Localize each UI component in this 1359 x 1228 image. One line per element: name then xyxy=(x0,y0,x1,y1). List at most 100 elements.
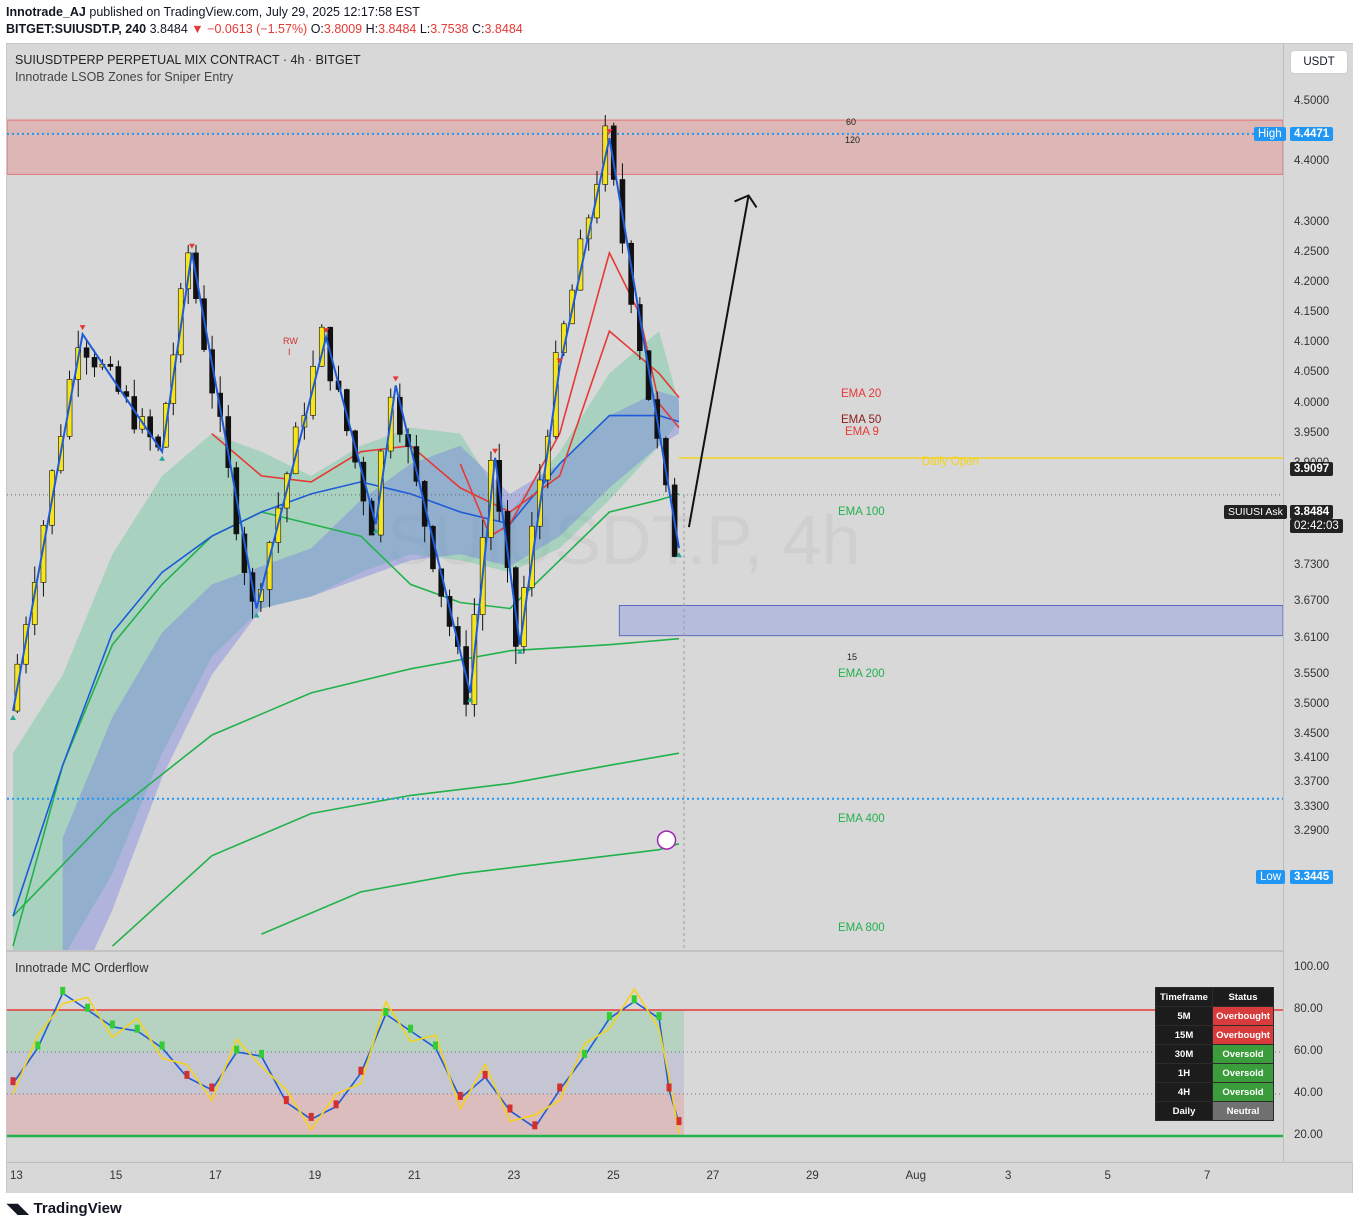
price-chart-svg[interactable]: SUIUSDT.P, 4h xyxy=(7,44,1283,950)
table-status: Oversold xyxy=(1212,1044,1274,1064)
osc-bar xyxy=(159,1041,165,1050)
osc-bar xyxy=(532,1121,538,1130)
osc-tick: 80.00 xyxy=(1294,1003,1323,1015)
ema20-label: EMA 20 xyxy=(841,388,882,400)
demand-zone[interactable] xyxy=(618,605,1283,637)
time-tick: 17 xyxy=(209,1170,222,1182)
last-price: 3.8484 xyxy=(149,22,188,36)
table-status: Overbought xyxy=(1212,1006,1274,1026)
open-value: 3.8009 xyxy=(323,22,363,36)
price-tick: 4.4000 xyxy=(1294,155,1330,168)
osc-tick: 40.00 xyxy=(1294,1087,1323,1099)
price-tick: 3.4100 xyxy=(1294,752,1330,765)
osc-bar xyxy=(134,1024,140,1033)
osc-bar xyxy=(606,1012,612,1021)
swing-high-marker xyxy=(188,243,195,249)
osc-bar xyxy=(184,1070,190,1079)
osc-bar xyxy=(283,1096,289,1105)
chart-title: SUIUSDTPERP PERPETUAL MIX CONTRACT · 4h … xyxy=(15,53,361,67)
price-tick: 3.9500 xyxy=(1294,426,1330,439)
last-price-tag: 3.8484 xyxy=(1290,505,1334,519)
osc-bar xyxy=(10,1077,16,1086)
oscillator-title[interactable]: Innotrade MC Orderflow xyxy=(15,961,148,975)
symbol-line: BITGET:SUIUSDT.P, 240 xyxy=(6,22,147,36)
close-label: C: xyxy=(472,22,485,36)
oscillator-panel[interactable] xyxy=(7,952,1283,1162)
tradingview-mark-icon: ◥◣ xyxy=(7,1200,29,1216)
zone-number-60: 60 xyxy=(846,117,857,127)
table-status: Overbought xyxy=(1212,1025,1274,1045)
time-tick: 23 xyxy=(507,1170,521,1182)
candle-body[interactable] xyxy=(83,347,90,358)
price-tick: 3.3300 xyxy=(1294,800,1330,813)
price-tick: 4.1500 xyxy=(1294,306,1330,319)
ask-tag-label: SUIUSI Ask xyxy=(1224,505,1287,519)
price-tick: 3.5000 xyxy=(1294,698,1330,710)
indicator-name[interactable]: Innotrade LSOB Zones for Sniper Entry xyxy=(15,70,233,84)
change-value: ▼ −0.0613 (−1.57%) xyxy=(191,22,308,36)
osc-tick: 20.00 xyxy=(1294,1129,1323,1141)
table-tf: 4H xyxy=(1155,1082,1213,1102)
candle-body[interactable] xyxy=(107,363,114,367)
osc-bar xyxy=(308,1112,314,1121)
osc-bar xyxy=(656,1012,662,1021)
low-label: L: xyxy=(419,22,431,36)
daily-open-tag: 3.9097 xyxy=(1290,462,1334,476)
table-status: Oversold xyxy=(1212,1063,1274,1083)
osc-bar xyxy=(582,1049,588,1058)
lightning-icon[interactable] xyxy=(656,830,677,850)
publish-info: Innotrade_AJ published on TradingView.co… xyxy=(6,5,420,19)
supply-zone[interactable] xyxy=(7,119,1283,175)
time-tick: Aug xyxy=(905,1170,926,1182)
price-tick: 4.3000 xyxy=(1294,215,1330,228)
time-tick: 15 xyxy=(109,1170,123,1182)
rw-label: RW xyxy=(283,336,298,346)
osc-bar xyxy=(631,995,637,1004)
swing-high-marker xyxy=(79,325,86,331)
table-tf: 1H xyxy=(1155,1063,1213,1083)
price-tick: 4.2500 xyxy=(1294,245,1330,258)
ema-400-line xyxy=(111,752,680,947)
ema200-label: EMA 200 xyxy=(838,668,885,680)
currency-button[interactable]: USDT xyxy=(1290,50,1348,74)
osc-bar xyxy=(383,1007,389,1016)
zone-number-120: 120 xyxy=(845,135,861,145)
osc-bar xyxy=(333,1100,339,1109)
time-tick: 29 xyxy=(806,1170,819,1182)
high-tag-value: 4.4471 xyxy=(1290,127,1334,141)
timeframe-status-table: Timeframe Status 5M Overbought 15M Overboug… xyxy=(1155,987,1274,1121)
high-tag-label: High xyxy=(1254,127,1286,141)
osc-bar xyxy=(676,1117,682,1126)
osc-bar xyxy=(457,1091,463,1100)
time-tick: 3 xyxy=(1005,1170,1012,1182)
price-tick: 3.3700 xyxy=(1294,776,1330,789)
main-price-panel[interactable]: SUIUSDT.P, 4h xyxy=(7,44,1283,950)
ema100-label: EMA 100 xyxy=(838,506,885,518)
zone-number-15: 15 xyxy=(847,652,858,662)
osc-bar xyxy=(109,1020,115,1029)
open-label: O: xyxy=(310,22,324,36)
price-tick: 3.5500 xyxy=(1294,667,1330,680)
projection-arrow-line xyxy=(687,195,750,528)
ema400-label: EMA 400 xyxy=(838,813,885,825)
price-tick: 4.0000 xyxy=(1294,396,1330,409)
candle-body[interactable] xyxy=(91,357,98,368)
time-tick: 7 xyxy=(1204,1170,1211,1182)
price-tick: 4.2000 xyxy=(1294,275,1330,288)
price-tick: 3.4500 xyxy=(1294,728,1330,741)
table-status: Oversold xyxy=(1212,1082,1274,1102)
publisher-name[interactable]: Innotrade_AJ xyxy=(6,5,86,19)
osc-bar xyxy=(35,1041,41,1050)
osc-bar xyxy=(482,1070,488,1079)
osc-oversold-band xyxy=(7,1094,684,1136)
close-value: 3.8484 xyxy=(484,22,523,36)
time-tick: 19 xyxy=(308,1170,322,1182)
high-value: 3.8484 xyxy=(378,22,417,36)
time-tick: 27 xyxy=(706,1170,720,1182)
oscillator-svg[interactable] xyxy=(7,952,1283,1162)
osc-bar xyxy=(507,1104,513,1113)
price-tick: 4.5000 xyxy=(1294,95,1330,107)
osc-bar xyxy=(408,1024,414,1033)
tradingview-logo[interactable]: ◥◣ TradingView xyxy=(7,1200,122,1217)
table-header-timeframe: Timeframe xyxy=(1155,987,1213,1007)
